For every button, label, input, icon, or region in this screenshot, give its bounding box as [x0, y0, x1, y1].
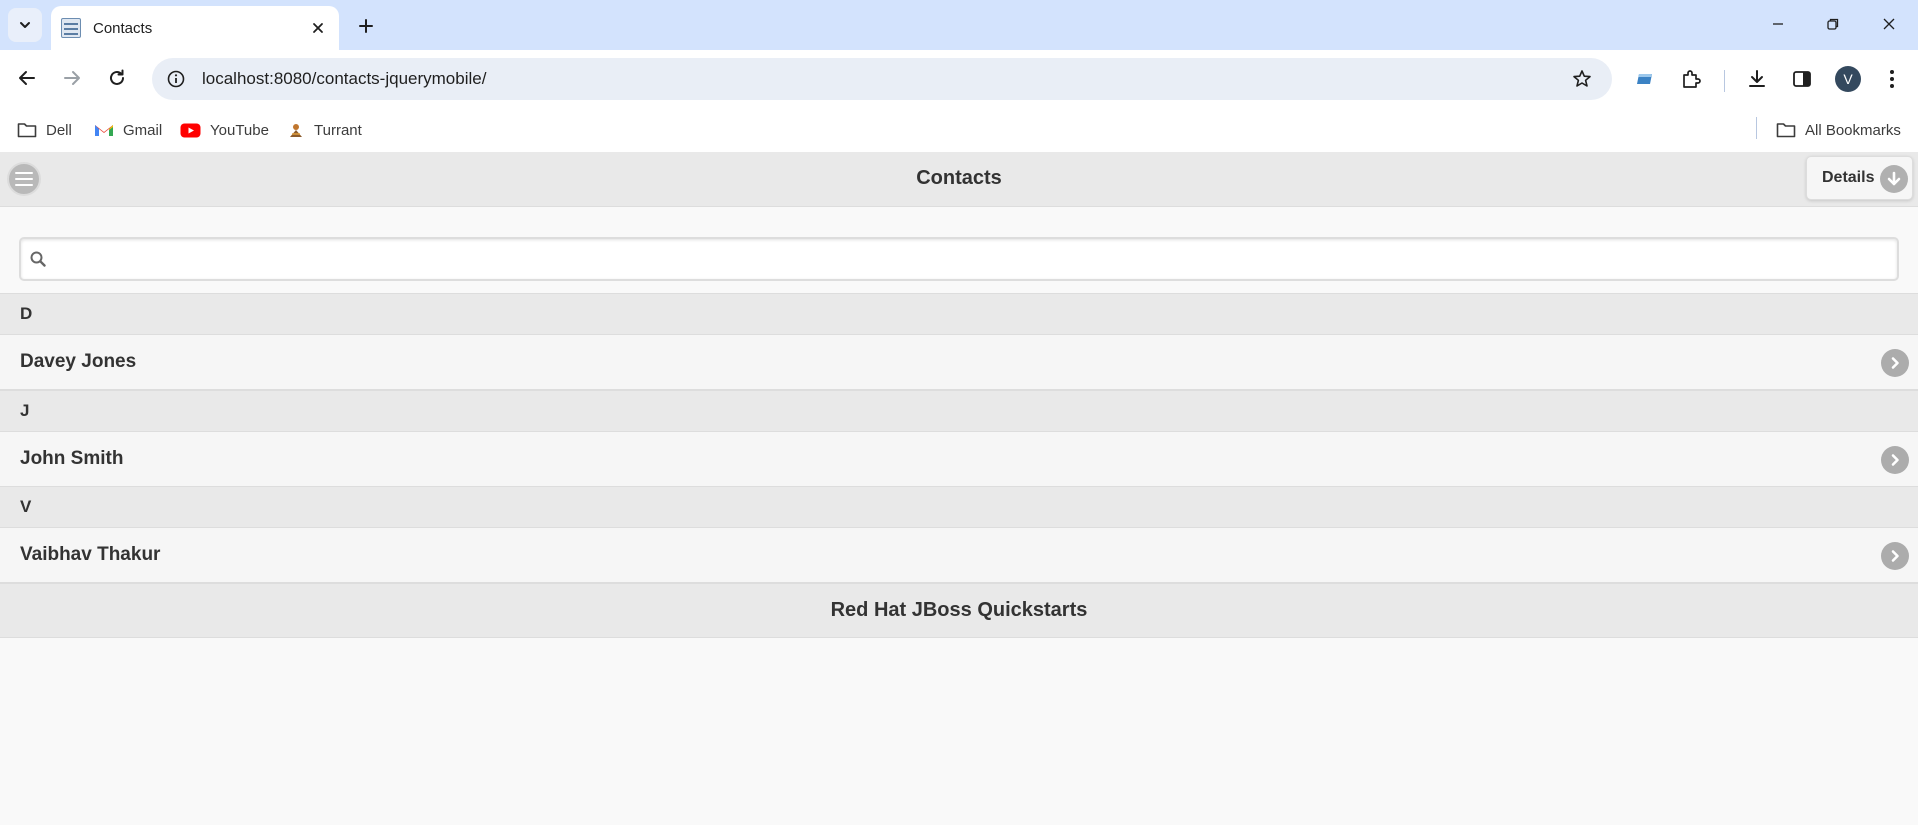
- footer-text: Red Hat JBoss Quickstarts: [830, 599, 1088, 621]
- list-divider-j: J: [0, 390, 1918, 432]
- bookmark-gmail[interactable]: Gmail: [94, 116, 162, 144]
- close-icon: [1883, 18, 1895, 30]
- chevron-right-icon: [1881, 349, 1909, 377]
- back-button[interactable]: [10, 61, 44, 95]
- new-tab-button[interactable]: [352, 12, 380, 40]
- forward-button[interactable]: [55, 61, 89, 95]
- bookmark-label: YouTube: [210, 121, 269, 139]
- downloads-button[interactable]: [1739, 61, 1775, 97]
- extension-app-icon: [1637, 74, 1652, 84]
- folder-icon: [17, 123, 37, 138]
- search-box: [19, 237, 1899, 281]
- bookmark-star-button[interactable]: [1562, 58, 1602, 100]
- all-bookmarks-button[interactable]: All Bookmarks: [1776, 116, 1901, 144]
- page-title: Contacts: [916, 167, 1002, 189]
- page-footer: Red Hat JBoss Quickstarts: [0, 583, 1918, 638]
- puzzle-icon: [1683, 70, 1701, 88]
- all-bookmarks-label: All Bookmarks: [1805, 121, 1901, 139]
- site-info-button[interactable]: [156, 58, 196, 100]
- contact-item-vaibhav-thakur[interactable]: Vaibhav Thakur: [0, 528, 1918, 583]
- contact-item-davey-jones[interactable]: Davey Jones: [0, 335, 1918, 390]
- close-window-button[interactable]: [1867, 6, 1911, 42]
- list-divider-d: D: [0, 293, 1918, 335]
- forward-arrow-icon: [64, 71, 80, 85]
- browser-tab-active[interactable]: Contacts: [51, 6, 339, 50]
- search-icon: [21, 239, 55, 279]
- bookmark-label: Gmail: [123, 121, 163, 139]
- url-text: localhost:8080/contacts-jquerymobile/: [202, 69, 487, 88]
- avatar: V: [1835, 66, 1861, 92]
- browser-menu-button[interactable]: [1874, 61, 1910, 97]
- address-bar[interactable]: localhost:8080/contacts-jquerymobile/: [152, 58, 1612, 100]
- contacts-favicon-icon: [61, 18, 81, 38]
- chevron-right-icon: [1881, 446, 1909, 474]
- restore-icon: [1827, 18, 1839, 30]
- list-divider-v: V: [0, 486, 1918, 528]
- youtube-icon: [180, 123, 201, 137]
- bookmarks-separator: [1756, 117, 1757, 139]
- reload-icon: [110, 69, 124, 85]
- turrant-icon: [290, 124, 302, 137]
- bookmark-youtube[interactable]: YouTube: [180, 116, 269, 144]
- back-arrow-icon: [19, 71, 35, 85]
- side-panel-icon: [1793, 71, 1811, 87]
- tab-strip: Contacts: [0, 0, 1918, 50]
- arrow-down-icon: [1880, 165, 1908, 193]
- details-button-label: Details: [1822, 169, 1875, 186]
- tab-search-button[interactable]: [8, 8, 42, 42]
- bookmark-label: Turrant: [314, 121, 362, 139]
- contact-item-john-smith[interactable]: John Smith: [0, 432, 1918, 487]
- info-icon: [167, 70, 185, 88]
- extension-app-button[interactable]: [1627, 61, 1663, 97]
- bookmark-label: Dell: [46, 121, 72, 139]
- contact-name: Vaibhav Thakur: [20, 544, 161, 565]
- extensions-button[interactable]: [1673, 61, 1709, 97]
- tab-title: Contacts: [93, 19, 153, 37]
- contact-name: John Smith: [20, 448, 124, 469]
- gmail-icon: [95, 125, 113, 136]
- details-button[interactable]: Details: [1806, 156, 1913, 200]
- toolbar-separator: [1724, 70, 1725, 92]
- star-icon: [1573, 70, 1591, 87]
- chevron-down-icon: [20, 22, 30, 28]
- tab-close-button[interactable]: [307, 17, 329, 39]
- contact-name: Davey Jones: [20, 351, 137, 372]
- restore-button[interactable]: [1811, 6, 1855, 42]
- kebab-menu-icon: [1890, 70, 1894, 88]
- close-icon: [313, 23, 323, 33]
- folder-icon: [1776, 123, 1796, 138]
- bookmark-dell[interactable]: Dell: [17, 116, 72, 144]
- profile-button[interactable]: V: [1830, 61, 1866, 97]
- page-header: Contacts Details: [0, 152, 1918, 207]
- download-icon: [1749, 70, 1765, 87]
- bookmark-turrant[interactable]: Turrant: [287, 116, 362, 144]
- minimize-icon: [1773, 23, 1783, 25]
- page-content: Contacts Details D Davey Jones J John Sm…: [0, 152, 1918, 825]
- bookmarks-bar: Dell Gmail YouTube Turrant All Bookmarks: [0, 108, 1918, 152]
- plus-icon: [359, 19, 373, 33]
- browser-toolbar: localhost:8080/contacts-jquerymobile/ V: [0, 50, 1918, 108]
- side-panel-button[interactable]: [1784, 61, 1820, 97]
- chevron-right-icon: [1881, 542, 1909, 570]
- reload-button[interactable]: [100, 61, 134, 95]
- minimize-button[interactable]: [1756, 6, 1800, 42]
- search-input[interactable]: [55, 240, 1897, 278]
